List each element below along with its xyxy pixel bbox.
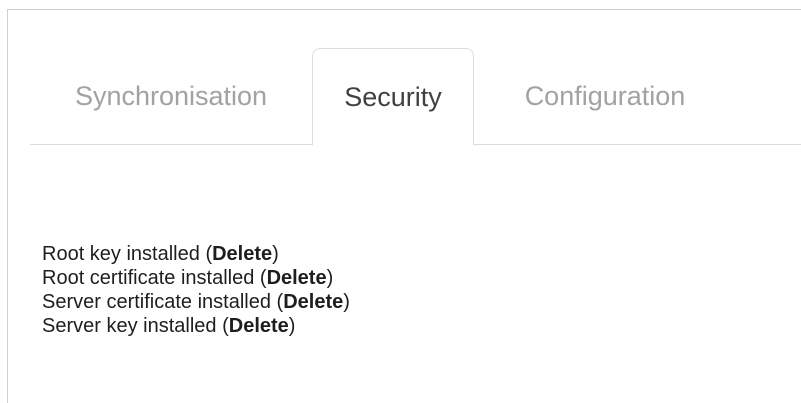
server-key-status: Server key installed (Delete) [42, 314, 350, 338]
tab-security[interactable]: Security [312, 48, 474, 146]
tab-synchronisation-label: Synchronisation [74, 80, 268, 111]
server-certificate-status: Server certificate installed (Delete) [42, 290, 350, 314]
server-key-close-paren: ) [288, 315, 296, 337]
delete-root-key-link[interactable]: Delete [212, 243, 272, 265]
root-certificate-status: Root certificate installed (Delete) [42, 266, 350, 290]
root-certificate-text: Root certificate installed [42, 267, 255, 289]
delete-server-key-link[interactable]: Delete [229, 315, 289, 337]
root-key-text: Root key installed [42, 243, 200, 265]
server-certificate-text: Server certificate installed [42, 291, 271, 313]
tab-bar: Synchronisation Security Configuration [30, 48, 801, 146]
root-key-status: Root key installed (Delete) [42, 242, 350, 266]
delete-root-certificate-link[interactable]: Delete [267, 267, 327, 289]
tab-security-label: Security [344, 81, 442, 112]
panel-frame: Synchronisation Security Configuration [7, 9, 801, 403]
security-status-list: Root key installed (Delete) Root certifi… [42, 242, 350, 338]
server-key-open-paren: ( [222, 315, 229, 337]
root-key-close-paren: ) [272, 243, 279, 265]
root-certificate-close-paren: ) [326, 267, 334, 289]
delete-server-certificate-link[interactable]: Delete [283, 291, 343, 313]
tab-configuration[interactable]: Configuration [474, 48, 736, 144]
server-certificate-close-paren: ) [343, 291, 350, 313]
tab-configuration-label: Configuration [524, 80, 686, 111]
root-certificate-open-paren: ( [259, 267, 267, 289]
server-key-text: Server key installed [42, 315, 217, 337]
tab-synchronisation[interactable]: Synchronisation [30, 48, 312, 144]
